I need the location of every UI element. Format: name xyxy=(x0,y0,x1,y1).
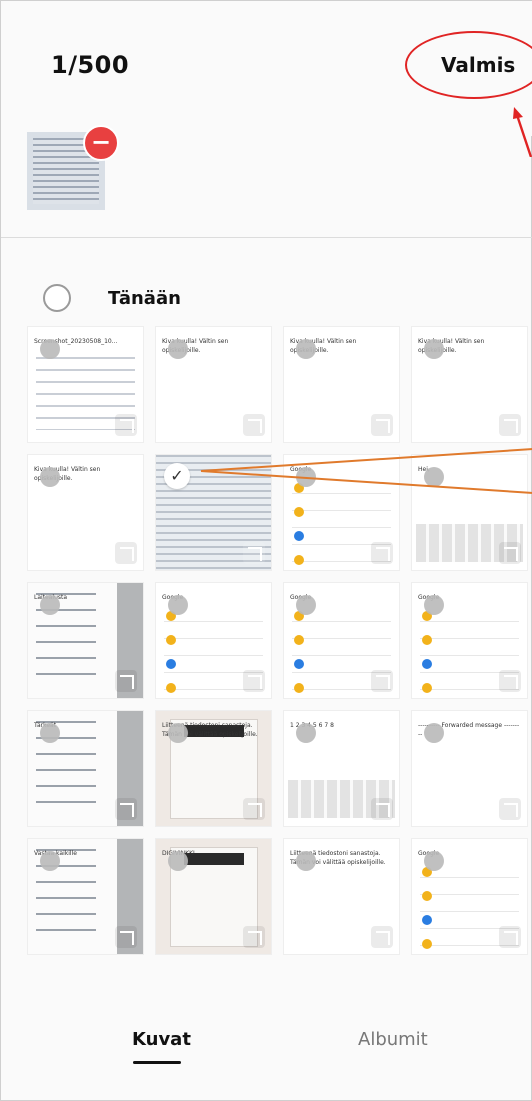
select-circle-icon[interactable] xyxy=(40,467,60,487)
select-circle-icon[interactable] xyxy=(168,851,188,871)
select-circle-icon[interactable] xyxy=(424,723,444,743)
expand-icon[interactable] xyxy=(243,926,265,948)
expand-icon[interactable] xyxy=(499,798,521,820)
expand-icon[interactable] xyxy=(371,414,393,436)
selection-counter: 1/500 xyxy=(51,51,130,79)
photo-tile[interactable]: Liitteenä tiedostoni sanastoja. Tämän vo… xyxy=(283,838,400,955)
expand-icon[interactable] xyxy=(499,926,521,948)
selected-strip xyxy=(1,116,532,226)
photo-tile[interactable]: 1 2 3 4 5 6 7 8 xyxy=(283,710,400,827)
expand-icon[interactable] xyxy=(115,670,137,692)
select-circle-icon[interactable] xyxy=(168,595,188,615)
expand-icon[interactable] xyxy=(243,414,265,436)
select-circle-icon[interactable] xyxy=(168,723,188,743)
expand-icon[interactable] xyxy=(243,670,265,692)
remove-selection-icon[interactable]: − xyxy=(83,125,119,161)
select-circle-icon[interactable] xyxy=(296,595,316,615)
photo-tile[interactable]: DIGIVINKKI xyxy=(155,838,272,955)
photo-tile[interactable]: Kiva kuulla! Vältin sen opiskelijoille. xyxy=(283,326,400,443)
active-tab-indicator xyxy=(133,1061,181,1064)
select-circle-icon[interactable] xyxy=(424,851,444,871)
expand-icon[interactable] xyxy=(243,798,265,820)
expand-icon[interactable] xyxy=(499,414,521,436)
photo-tile[interactable]: Kiva kuulla! Vältin sen opiskelijoille. xyxy=(27,454,144,571)
select-circle-icon[interactable] xyxy=(424,467,444,487)
expand-icon[interactable] xyxy=(115,414,137,436)
tab-photos[interactable]: Kuvat xyxy=(132,1029,191,1050)
photo-picker-screen: 1/500 Valmis − Tänään Screenshot_2023050… xyxy=(0,0,532,1101)
done-button[interactable]: Valmis xyxy=(441,53,515,77)
expand-icon[interactable] xyxy=(371,926,393,948)
expand-icon[interactable] xyxy=(499,670,521,692)
expand-icon[interactable] xyxy=(499,542,521,564)
expand-icon[interactable] xyxy=(371,542,393,564)
select-circle-icon[interactable] xyxy=(40,723,60,743)
expand-icon[interactable] xyxy=(115,542,137,564)
expand-icon[interactable] xyxy=(371,670,393,692)
photo-tile[interactable]: Vastaa kaikille xyxy=(27,838,144,955)
section-header: Tänään xyxy=(1,276,532,322)
photo-tile[interactable]: Kiva kuulla! Vältin sen opiskelijoille. xyxy=(411,326,528,443)
photo-tile[interactable]: Kiva kuulla! Vältin sen opiskelijoille. xyxy=(155,326,272,443)
section-title: Tänään xyxy=(108,288,181,309)
select-circle-icon[interactable] xyxy=(424,339,444,359)
photo-tile[interactable]: Hei, xyxy=(411,454,528,571)
photo-tile[interactable]: Screenshot_20230508_10... xyxy=(27,326,144,443)
expand-icon[interactable] xyxy=(243,542,265,564)
expand-icon[interactable] xyxy=(371,798,393,820)
expand-icon[interactable] xyxy=(115,798,137,820)
photo-tile[interactable]: Google xyxy=(411,838,528,955)
select-circle-icon[interactable] xyxy=(168,339,188,359)
select-circle-icon[interactable] xyxy=(296,339,316,359)
photo-tile[interactable]: Google xyxy=(283,454,400,571)
expand-icon[interactable] xyxy=(115,926,137,948)
photo-tile[interactable]: Google xyxy=(155,582,272,699)
select-circle-icon[interactable] xyxy=(424,595,444,615)
photo-tile[interactable]: Google xyxy=(411,582,528,699)
photo-tile[interactable]: Laitealusta xyxy=(27,582,144,699)
photo-tile-selected[interactable]: ✓ xyxy=(155,454,272,571)
select-circle-icon[interactable] xyxy=(296,723,316,743)
photo-tile[interactable]: Google xyxy=(283,582,400,699)
select-circle-icon[interactable] xyxy=(40,339,60,359)
select-circle-icon[interactable] xyxy=(296,851,316,871)
photo-tile[interactable]: ---------- Forwarded message --------- xyxy=(411,710,528,827)
select-circle-icon[interactable] xyxy=(40,595,60,615)
tab-albums[interactable]: Albumit xyxy=(358,1029,428,1050)
select-circle-icon[interactable] xyxy=(40,851,60,871)
photo-tile[interactable]: Liitteenä tiedostoni sanastoja. Tämän vo… xyxy=(155,710,272,827)
divider xyxy=(1,237,532,238)
photo-tile[interactable]: Tärkeät xyxy=(27,710,144,827)
select-circle-icon[interactable] xyxy=(296,467,316,487)
select-all-radio[interactable] xyxy=(43,284,71,312)
bottom-tabs: Kuvat Albumit xyxy=(1,1017,532,1077)
check-icon[interactable]: ✓ xyxy=(164,463,190,489)
